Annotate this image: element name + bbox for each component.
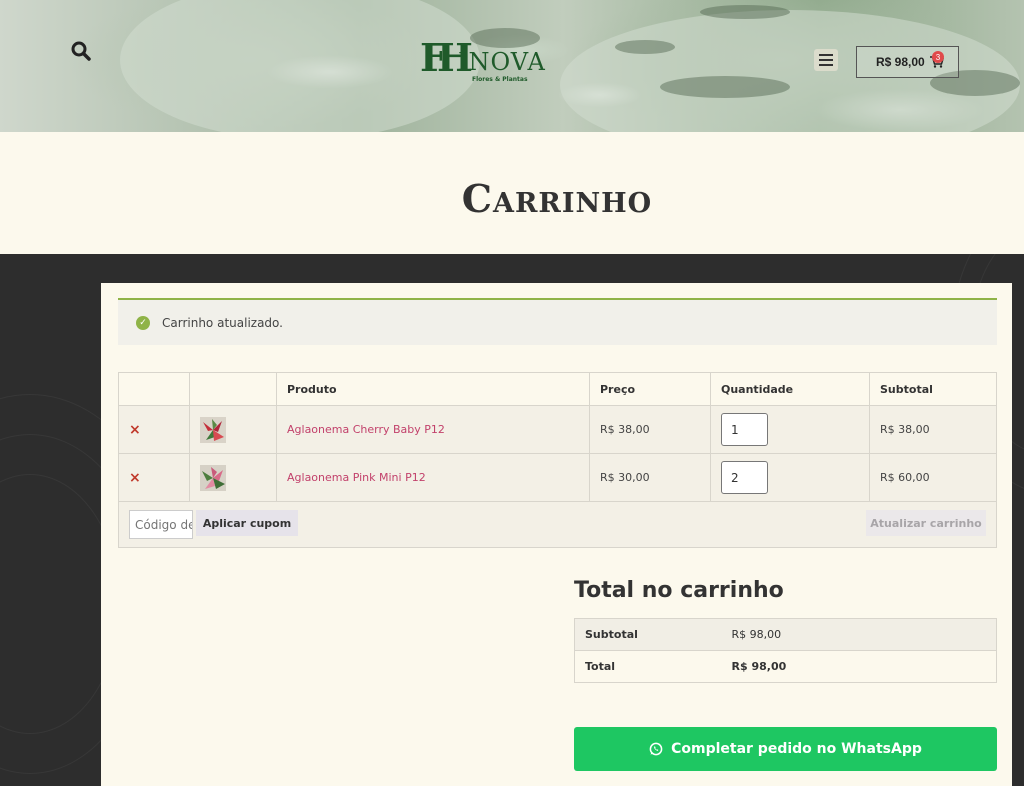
table-header-row: Produto Preço Quantidade Subtotal	[118, 372, 997, 406]
update-cart-button[interactable]: Atualizar carrinho	[866, 510, 986, 536]
apply-coupon-button[interactable]: Aplicar cupom	[196, 510, 298, 536]
notice-message: Carrinho atualizado.	[162, 315, 283, 330]
logo-mark: FH	[420, 35, 473, 80]
col-subtotal-header: Subtotal	[869, 372, 997, 406]
remove-item-button[interactable]: ×	[129, 422, 141, 438]
whatsapp-checkout-button[interactable]: Completar pedido no WhatsApp	[574, 727, 997, 771]
table-row: × Aglaonema Cherry Baby P12 R$ 38,00 R$ …	[118, 405, 997, 454]
whatsapp-icon	[649, 742, 663, 756]
cart-actions: Aplicar cupom Atualizar carrinho	[118, 502, 997, 548]
site-logo[interactable]: FH INOVA Flores & Plantas	[420, 36, 545, 86]
search-icon[interactable]	[70, 40, 92, 62]
check-circle-icon: ✓	[136, 315, 150, 330]
col-product-header: Produto	[276, 372, 590, 406]
cart-count-badge: 3	[932, 51, 944, 63]
cart-totals-table: Subtotal R$ 98,00 Total R$ 98,00	[574, 618, 997, 683]
product-link[interactable]: Aglaonema Cherry Baby P12	[287, 423, 445, 436]
cart-total: R$ 98,00	[876, 55, 925, 69]
quantity-input[interactable]	[721, 413, 768, 446]
cart-panel: ✓ Carrinho atualizado. Produto Preço Qua…	[101, 283, 1012, 786]
subtotal-label: Subtotal	[574, 618, 722, 651]
quantity-input[interactable]	[721, 461, 768, 494]
total-row: Total R$ 98,00	[574, 650, 997, 683]
total-value: R$ 98,00	[721, 650, 997, 683]
cart-table: Produto Preço Quantidade Subtotal × Agla…	[118, 372, 997, 502]
col-remove-header	[118, 372, 190, 406]
col-thumbnail-header	[189, 372, 277, 406]
whatsapp-checkout-label: Completar pedido no WhatsApp	[671, 741, 922, 757]
cart-totals-title: Total no carrinho	[574, 578, 784, 603]
leaf-hole	[615, 40, 675, 54]
product-thumbnail[interactable]	[200, 416, 226, 443]
product-link[interactable]: Aglaonema Pink Mini P12	[287, 471, 426, 484]
product-price: R$ 38,00	[589, 405, 711, 454]
hero-header: FH INOVA Flores & Plantas R$ 98,00 3	[0, 0, 1024, 132]
hamburger-menu-icon[interactable]	[814, 49, 838, 71]
product-subtotal: R$ 60,00	[869, 453, 997, 502]
cart-updated-notice: ✓ Carrinho atualizado.	[118, 298, 997, 345]
title-band: Carrinho	[0, 132, 1024, 254]
product-thumbnail[interactable]	[200, 464, 226, 491]
subtotal-value: R$ 98,00	[721, 618, 997, 651]
logo-tagline: Flores & Plantas	[472, 76, 528, 83]
leaf-hole	[660, 76, 790, 98]
col-quantity-header: Quantidade	[710, 372, 870, 406]
product-price: R$ 30,00	[589, 453, 711, 502]
coupon-code-input[interactable]	[129, 510, 193, 539]
page-title: Carrinho	[461, 176, 653, 221]
leaf-hole	[700, 5, 790, 19]
col-price-header: Preço	[589, 372, 711, 406]
logo-name: INOVA	[458, 48, 546, 76]
table-row: × Aglaonema Pink Mini P12 R$ 30,00 R$ 60…	[118, 453, 997, 502]
subtotal-row: Subtotal R$ 98,00	[574, 618, 997, 651]
total-label: Total	[574, 650, 722, 683]
mini-cart-button[interactable]: R$ 98,00	[856, 46, 959, 78]
remove-item-button[interactable]: ×	[129, 470, 141, 486]
product-subtotal: R$ 38,00	[869, 405, 997, 454]
